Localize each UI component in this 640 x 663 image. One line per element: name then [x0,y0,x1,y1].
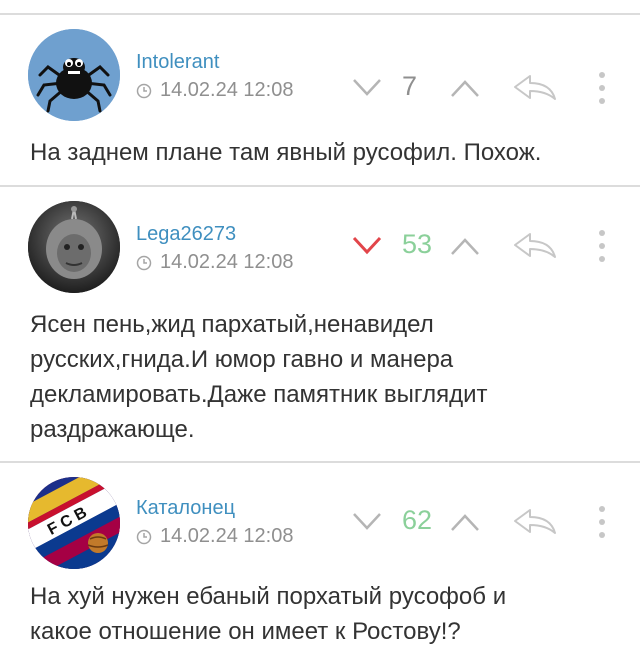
vote-score: 53 [402,229,433,259]
comment-text-line: какое отношение он имеет к Ростову!? [30,618,461,645]
comment-text-line: раздражающе. [30,416,195,443]
vote-score: 62 [402,505,433,535]
more-vertical-icon[interactable] [597,505,607,539]
comment-text-line: русских,гнида.И юмор гавно и манера [30,346,454,373]
comment-meta: 14.02.24 12:08 [136,251,293,274]
comment-meta: 14.02.24 12:08 [136,525,293,548]
clock-icon [136,529,152,544]
avatar[interactable] [28,29,120,121]
timestamp: 14.02.24 12:08 [160,525,294,547]
author-name[interactable]: Lega26273 [136,223,236,246]
timestamp: 14.02.24 12:08 [160,251,294,273]
more-vertical-icon[interactable] [597,71,607,105]
avatar[interactable] [28,201,120,293]
chevron-up-icon[interactable] [450,79,480,99]
reply-arrow-icon[interactable] [512,231,558,259]
spider-avatar-icon [28,29,120,121]
comment-text-line: декламировать.Даже памятник выглядит [30,381,488,408]
chevron-down-icon[interactable] [352,511,382,531]
author-name[interactable]: Intolerant [136,51,219,74]
comment-text: На хуй нужен ебаный порхатый русофоб и к… [30,579,620,649]
comment-1: Intolerant 14.02.24 12:08 7 На заднем пл… [0,15,640,185]
chevron-up-icon[interactable] [450,237,480,257]
comment-text: На заднем плане там явный русофил. Похож… [30,139,542,166]
chevron-down-icon[interactable] [352,235,382,255]
comment-text-line: Ясен пень,жид пархатый,ненавидел [30,311,434,338]
comment-text-line: На хуй нужен ебаный порхатый русофоб и [30,583,507,610]
reply-arrow-icon[interactable] [512,507,558,535]
clock-icon [136,83,152,98]
timestamp: 14.02.24 12:08 [160,79,294,101]
more-vertical-icon[interactable] [597,229,607,263]
comment-meta: 14.02.24 12:08 [136,79,293,102]
clock-icon [136,255,152,270]
fcb-badge-avatar-icon: F C B [28,477,120,569]
chevron-up-icon[interactable] [450,513,480,533]
comment-text: Ясен пень,жид пархатый,ненавидел русских… [30,307,620,447]
vote-score: 7 [402,71,418,101]
teletubby-avatar-icon [28,201,120,293]
avatar[interactable]: F C B [28,477,120,569]
comment-3: F C B Каталонец 14.02.24 12:08 62 На хуй… [0,463,640,651]
author-name[interactable]: Каталонец [136,497,235,520]
comment-2: Lega26273 14.02.24 12:08 53 Ясен пень,жи… [0,187,640,461]
chevron-down-icon[interactable] [352,77,382,97]
reply-arrow-icon[interactable] [512,73,558,101]
